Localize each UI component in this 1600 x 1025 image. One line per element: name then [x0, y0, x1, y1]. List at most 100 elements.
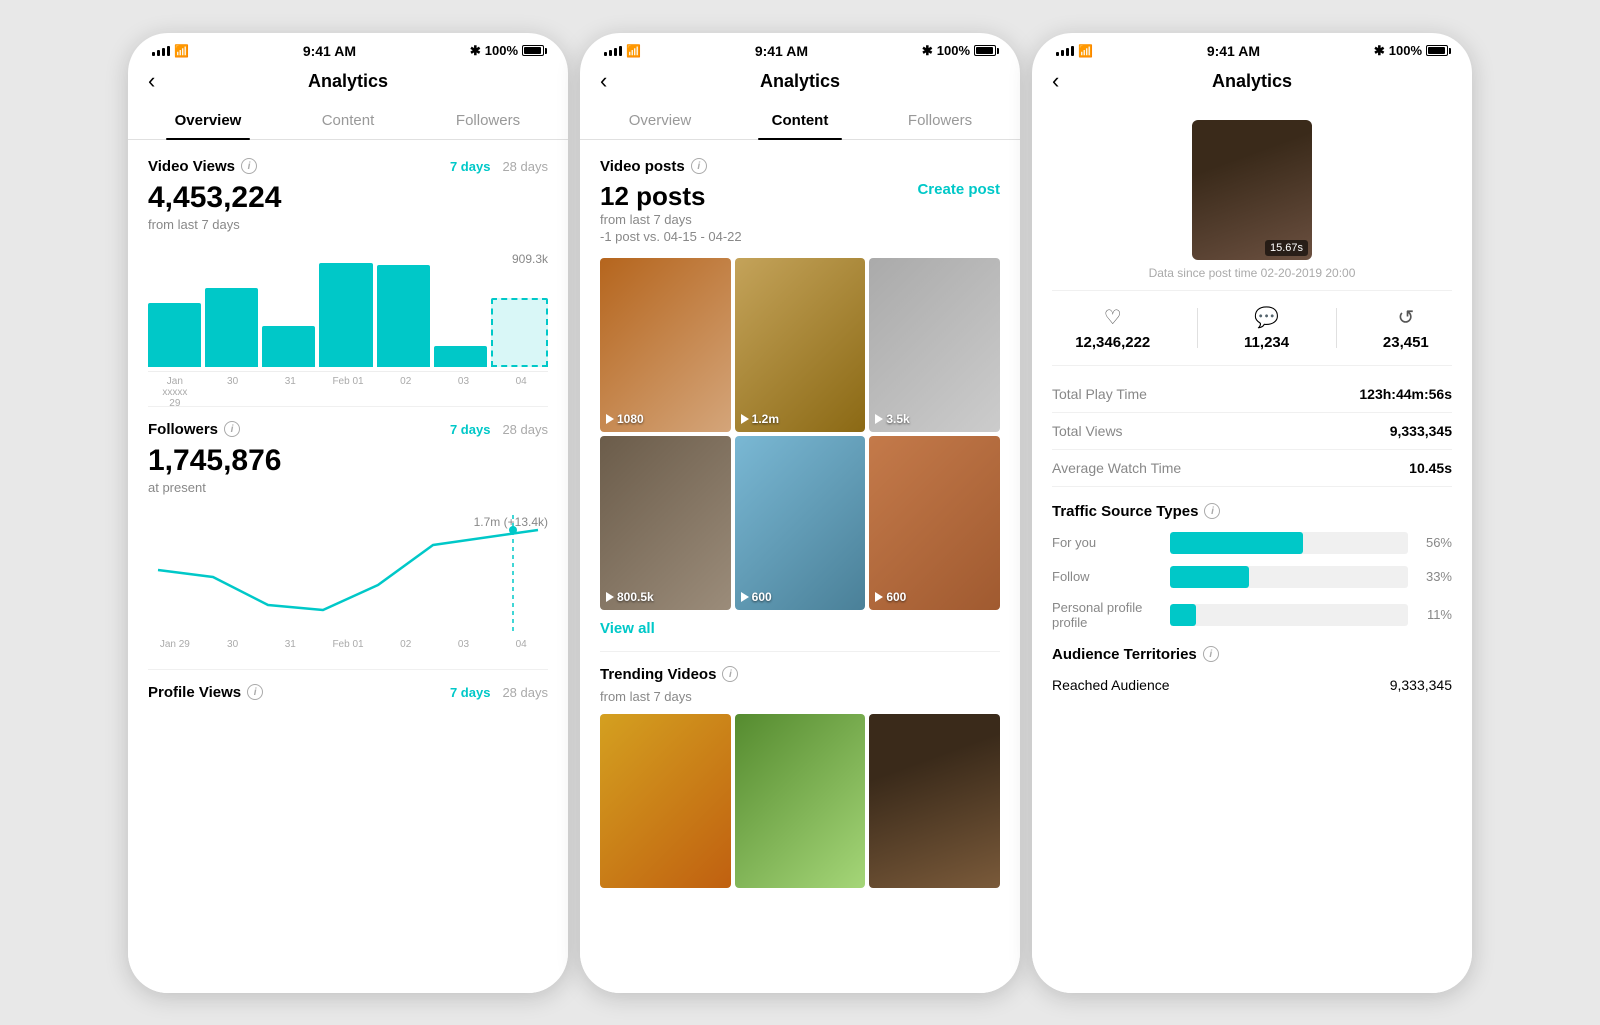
period-28days-1[interactable]: 28 days: [502, 159, 548, 174]
video-views-value: 4,453,224: [148, 181, 548, 215]
followers-period-7[interactable]: 7 days: [450, 422, 490, 437]
nav-bar-2: ‹ Analytics: [580, 65, 1020, 102]
video-views-4: 800.5k: [606, 590, 654, 604]
battery-icon-3: [1426, 45, 1448, 56]
phone-content: 📶 9:41 AM ✱ 100% ‹ Analytics Overview Co…: [580, 33, 1020, 993]
post-data-since: Data since post time 02-20-2019 20:00: [1149, 266, 1356, 280]
status-bar-2: 📶 9:41 AM ✱ 100%: [580, 33, 1020, 65]
nav-title-2: Analytics: [600, 71, 1000, 92]
profile-period-7[interactable]: 7 days: [450, 685, 490, 700]
trending-grid: [600, 714, 1000, 888]
status-right-1: ✱ 100%: [470, 43, 544, 59]
trending-info-icon[interactable]: i: [722, 666, 738, 682]
back-button-3[interactable]: ‹: [1052, 68, 1059, 94]
video-views-chart: 909.3k Janxxxxx29 30 31 Feb 01 02 03 04: [148, 252, 548, 392]
nav-bar-1: ‹ Analytics: [128, 65, 568, 102]
tab-overview-1[interactable]: Overview: [138, 102, 278, 139]
play-icon-1: [606, 414, 614, 424]
traffic-for-you: For you 56%: [1052, 532, 1452, 554]
line-xlabel-5: 02: [379, 639, 433, 650]
view-all-button[interactable]: View all: [600, 620, 1000, 637]
traffic-follow: Follow 33%: [1052, 566, 1452, 588]
traffic-label-1: For you: [1052, 535, 1162, 550]
audience-info-icon[interactable]: i: [1203, 646, 1219, 662]
followers-period-28[interactable]: 28 days: [502, 422, 548, 437]
traffic-bar-outer-2: [1170, 566, 1408, 588]
followers-info-icon[interactable]: i: [224, 421, 240, 437]
bar-chart-xlabels: Janxxxxx29 30 31 Feb 01 02 03 04: [148, 376, 548, 409]
profile-views-label: Profile Views i: [148, 684, 263, 701]
followers-chart: 1.7m (+13.4k) Jan 29 30 31 Feb 01 02 03 …: [148, 515, 548, 655]
trending-label: Trending Videos i: [600, 666, 738, 683]
shares-value: 23,451: [1383, 334, 1429, 351]
signal-icon-3: [1056, 46, 1074, 56]
video-thumb-5[interactable]: 600: [735, 436, 866, 610]
profile-views-info-icon[interactable]: i: [247, 684, 263, 700]
video-thumb-4[interactable]: 800.5k: [600, 436, 731, 610]
stat-label-2: Total Views: [1052, 423, 1123, 439]
video-thumb-3[interactable]: 3.5k: [869, 258, 1000, 432]
tab-content-2[interactable]: Content: [730, 102, 870, 139]
likes-value: 12,346,222: [1075, 334, 1150, 351]
xlabel-3: 31: [263, 376, 317, 409]
traffic-profile: Personal profile profile 11%: [1052, 600, 1452, 630]
xlabel-7: 04: [494, 376, 548, 409]
stat-total-play-time: Total Play Time 123h:44m:56s: [1052, 376, 1452, 413]
tab-followers-1[interactable]: Followers: [418, 102, 558, 139]
battery-pct-3: 100%: [1389, 43, 1422, 58]
video-thumb-6[interactable]: 600: [869, 436, 1000, 610]
bar-2: [205, 288, 258, 366]
trending-thumb-2[interactable]: [735, 714, 866, 888]
profile-views-periods: 7 days 28 days: [450, 685, 548, 700]
phone-overview: 📶 9:41 AM ✱ 100% ‹ Analytics Overview Co…: [128, 33, 568, 993]
line-xlabel-7: 04: [494, 639, 548, 650]
bluetooth-icon-2: ✱: [922, 43, 933, 59]
content-panel: Video posts i 12 posts from last 7 days …: [580, 140, 1020, 993]
followers-sublabel: at present: [148, 480, 548, 495]
audience-title: Audience Territories i: [1052, 646, 1452, 663]
wifi-icon: 📶: [174, 44, 189, 58]
status-left-1: 📶: [152, 44, 189, 58]
nav-title-1: Analytics: [148, 71, 548, 92]
metric-shares: ↺ 23,451: [1383, 305, 1429, 351]
status-time-3: 9:41 AM: [1207, 43, 1260, 59]
metric-likes: ♡ 12,346,222: [1075, 305, 1150, 351]
profile-period-28[interactable]: 28 days: [502, 685, 548, 700]
trending-thumb-1[interactable]: [600, 714, 731, 888]
trending-thumb-3[interactable]: [869, 714, 1000, 888]
video-posts-info-icon[interactable]: i: [691, 158, 707, 174]
bar-1: [148, 303, 201, 366]
tab-content-1[interactable]: Content: [278, 102, 418, 139]
video-views-3: 3.5k: [875, 412, 909, 426]
status-right-2: ✱ 100%: [922, 43, 996, 59]
audience-territories-section: Audience Territories i Reached Audience …: [1052, 646, 1452, 701]
create-post-button[interactable]: Create post: [917, 181, 1000, 198]
back-button-2[interactable]: ‹: [600, 68, 607, 94]
traffic-sources-section: Traffic Source Types i For you 56% Follo…: [1052, 503, 1452, 630]
comment-icon: 💬: [1254, 305, 1279, 330]
post-duration: 15.67s: [1265, 240, 1308, 256]
play-icon-5: [741, 592, 749, 602]
overview-content: Video Views i 7 days 28 days 4,453,224 f…: [128, 140, 568, 993]
traffic-label-2: Follow: [1052, 569, 1162, 584]
tab-overview-2[interactable]: Overview: [590, 102, 730, 139]
video-views-info-icon[interactable]: i: [241, 158, 257, 174]
back-button-1[interactable]: ‹: [148, 68, 155, 94]
post-preview-image[interactable]: 15.67s: [1192, 120, 1312, 260]
status-left-3: 📶: [1056, 44, 1093, 58]
stat-label-1: Total Play Time: [1052, 386, 1147, 402]
stat-avg-watch-time: Average Watch Time 10.45s: [1052, 450, 1452, 487]
period-7days-1[interactable]: 7 days: [450, 159, 490, 174]
wifi-icon-3: 📶: [1078, 44, 1093, 58]
phone-detail: 📶 9:41 AM ✱ 100% ‹ Analytics 15.67s Data…: [1032, 33, 1472, 993]
line-xlabel-1: Jan 29: [148, 639, 202, 650]
status-left-2: 📶: [604, 44, 641, 58]
video-views-2: 1.2m: [741, 412, 779, 426]
video-thumb-2[interactable]: 1.2m: [735, 258, 866, 432]
traffic-info-icon[interactable]: i: [1204, 503, 1220, 519]
bar-6: [434, 346, 487, 367]
tab-followers-2[interactable]: Followers: [870, 102, 1010, 139]
status-right-3: ✱ 100%: [1374, 43, 1448, 59]
video-thumb-1[interactable]: 1080: [600, 258, 731, 432]
signal-icon-2: [604, 46, 622, 56]
